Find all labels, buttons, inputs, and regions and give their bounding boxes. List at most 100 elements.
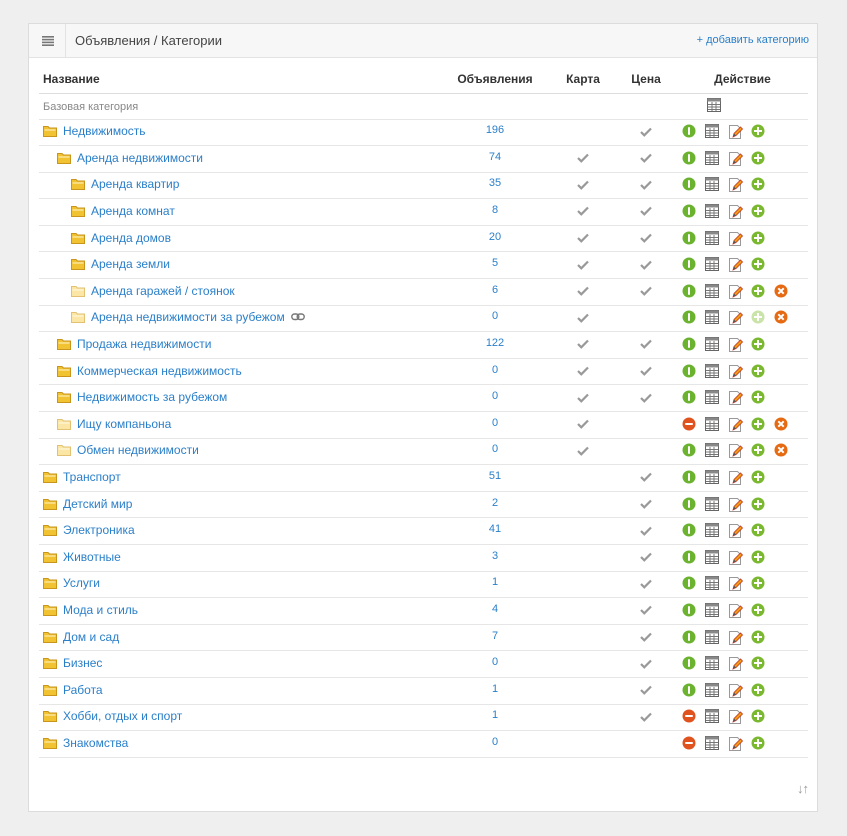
- dynprops-icon[interactable]: [705, 656, 721, 672]
- category-link[interactable]: Дом и сад: [63, 630, 119, 644]
- dynprops-icon[interactable]: [705, 416, 721, 433]
- category-link[interactable]: Электроника: [63, 523, 135, 537]
- add-subcategory-icon[interactable]: [751, 390, 767, 406]
- edit-icon[interactable]: [728, 709, 744, 725]
- listing-count-link[interactable]: 0: [492, 443, 498, 455]
- edit-icon[interactable]: [728, 736, 744, 752]
- enable-icon[interactable]: [682, 683, 698, 699]
- dynprops-icon[interactable]: [705, 337, 721, 353]
- edit-icon[interactable]: [728, 337, 744, 353]
- add-subcategory-icon[interactable]: [751, 550, 767, 566]
- edit-icon[interactable]: [728, 630, 744, 646]
- category-link[interactable]: Детский мир: [63, 497, 132, 511]
- category-link[interactable]: Знакомства: [63, 736, 128, 750]
- category-link[interactable]: Мода и стиль: [63, 603, 138, 617]
- add-subcategory-icon[interactable]: [751, 709, 767, 725]
- edit-icon[interactable]: [728, 310, 744, 326]
- listing-count-link[interactable]: 1: [492, 576, 498, 588]
- add-subcategory-icon[interactable]: [751, 151, 767, 167]
- edit-icon[interactable]: [728, 656, 744, 672]
- enable-icon[interactable]: [682, 124, 698, 140]
- add-subcategory-icon[interactable]: [751, 337, 767, 353]
- enable-icon[interactable]: [682, 310, 698, 326]
- edit-icon[interactable]: [728, 284, 744, 300]
- dynprops-icon[interactable]: [705, 390, 721, 406]
- listing-count-link[interactable]: 7: [492, 630, 498, 642]
- listing-count-link[interactable]: 196: [486, 124, 504, 136]
- edit-icon[interactable]: [728, 390, 744, 406]
- add-subcategory-icon[interactable]: [751, 124, 767, 140]
- add-subcategory-icon[interactable]: [751, 417, 767, 433]
- delete-icon[interactable]: [774, 284, 790, 300]
- listing-count-link[interactable]: 122: [486, 337, 504, 349]
- listing-count-link[interactable]: 2: [492, 497, 498, 509]
- listing-count-link[interactable]: 5: [492, 257, 498, 269]
- add-subcategory-icon[interactable]: [751, 683, 767, 699]
- add-subcategory-icon[interactable]: [751, 576, 767, 592]
- enable-icon[interactable]: [682, 177, 698, 193]
- add-subcategory-icon[interactable]: [751, 443, 767, 459]
- enable-icon[interactable]: [682, 603, 698, 619]
- add-subcategory-icon[interactable]: [751, 656, 767, 672]
- delete-icon[interactable]: [774, 417, 790, 433]
- listing-count-link[interactable]: 3: [492, 550, 498, 562]
- add-subcategory-icon[interactable]: [751, 364, 767, 380]
- category-link[interactable]: Аренда домов: [91, 231, 171, 245]
- dynprops-icon[interactable]: [705, 257, 721, 273]
- edit-icon[interactable]: [728, 177, 744, 193]
- add-subcategory-icon[interactable]: [751, 231, 767, 247]
- add-subcategory-icon[interactable]: [751, 497, 767, 513]
- dynprops-icon[interactable]: [705, 363, 721, 380]
- category-link[interactable]: Бизнес: [63, 656, 102, 670]
- edit-icon[interactable]: [728, 576, 744, 592]
- listing-count-link[interactable]: 0: [492, 364, 498, 376]
- dynprops-icon[interactable]: [705, 682, 721, 699]
- disable-icon[interactable]: [682, 736, 698, 752]
- edit-icon[interactable]: [728, 603, 744, 619]
- dynprops-icon[interactable]: [705, 602, 721, 619]
- dynprops-icon[interactable]: [705, 177, 721, 193]
- dynprops-icon[interactable]: [705, 629, 721, 646]
- listing-count-link[interactable]: 1: [492, 683, 498, 695]
- category-link[interactable]: Недвижимость: [63, 124, 146, 138]
- edit-icon[interactable]: [728, 364, 744, 380]
- dynprops-icon[interactable]: [705, 150, 721, 167]
- edit-icon[interactable]: [728, 124, 744, 140]
- enable-icon[interactable]: [682, 337, 698, 353]
- category-link[interactable]: Ищу компаньона: [77, 417, 171, 431]
- dynprops-icon[interactable]: [705, 709, 721, 725]
- dynprops-icon[interactable]: [705, 124, 721, 140]
- category-link[interactable]: Аренда гаражей / стоянок: [91, 284, 235, 298]
- edit-icon[interactable]: [728, 151, 744, 167]
- add-subcategory-icon[interactable]: [751, 603, 767, 619]
- dynprops-icon[interactable]: [707, 98, 723, 114]
- category-link[interactable]: Недвижимость за рубежом: [77, 390, 227, 404]
- dynprops-icon[interactable]: [705, 230, 721, 247]
- enable-icon[interactable]: [682, 630, 698, 646]
- enable-icon[interactable]: [682, 470, 698, 486]
- listing-count-link[interactable]: 74: [489, 151, 501, 163]
- enable-icon[interactable]: [682, 550, 698, 566]
- enable-icon[interactable]: [682, 390, 698, 406]
- category-link[interactable]: Коммерческая недвижимость: [77, 364, 242, 378]
- edit-icon[interactable]: [728, 417, 744, 433]
- enable-icon[interactable]: [682, 576, 698, 592]
- dynprops-icon[interactable]: [705, 576, 721, 592]
- listing-count-link[interactable]: 0: [492, 310, 498, 322]
- category-link[interactable]: Аренда недвижимости: [77, 151, 203, 165]
- category-link[interactable]: Аренда квартир: [91, 177, 179, 191]
- listing-count-link[interactable]: 6: [492, 284, 498, 296]
- enable-icon[interactable]: [682, 257, 698, 273]
- listing-count-link[interactable]: 0: [492, 736, 498, 748]
- disable-icon[interactable]: [682, 709, 698, 725]
- category-link[interactable]: Работа: [63, 683, 103, 697]
- dynprops-icon[interactable]: [705, 310, 721, 326]
- disable-icon[interactable]: [682, 417, 698, 433]
- category-link[interactable]: Обмен недвижимости: [77, 443, 199, 457]
- listing-count-link[interactable]: 41: [489, 523, 501, 535]
- add-subcategory-icon[interactable]: [751, 177, 767, 193]
- dynprops-icon[interactable]: [705, 523, 721, 539]
- edit-icon[interactable]: [728, 523, 744, 539]
- listing-count-link[interactable]: 4: [492, 603, 498, 615]
- sort-icon[interactable]: ↓↑: [797, 781, 809, 796]
